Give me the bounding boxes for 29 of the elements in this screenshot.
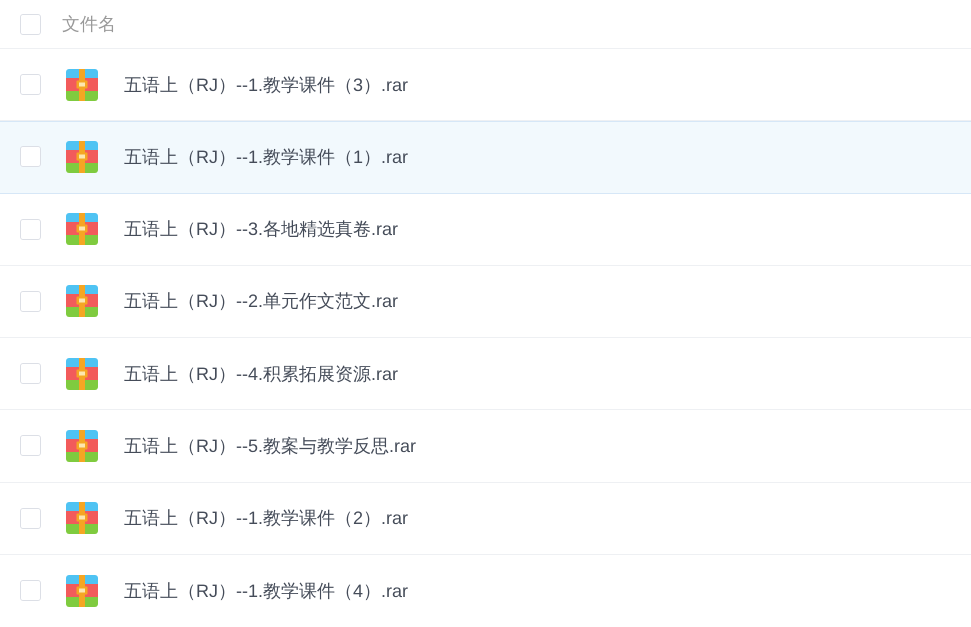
file-name: 五语上（RJ）--1.教学课件（4）.rar [124, 582, 408, 600]
archive-icon [66, 430, 98, 462]
file-row[interactable]: 五语上（RJ）--3.各地精选真卷.rar [0, 194, 971, 266]
checkbox[interactable] [20, 363, 41, 384]
archive-icon [66, 68, 98, 101]
archive-icon [66, 502, 98, 534]
file-name: 五语上（RJ）--2.单元作文范文.rar [124, 292, 398, 310]
file-name: 五语上（RJ）--1.教学课件（3）.rar [124, 76, 408, 94]
file-name: 五语上（RJ）--1.教学课件（1）.rar [124, 148, 408, 166]
checkbox[interactable] [20, 146, 41, 168]
file-name: 五语上（RJ）--1.教学课件（2）.rar [124, 509, 408, 528]
checkbox[interactable] [20, 74, 41, 96]
checkbox[interactable] [20, 290, 41, 312]
checkbox[interactable] [20, 580, 41, 602]
file-name: 五语上（RJ）--3.各地精选真卷.rar [124, 220, 398, 238]
file-name: 五语上（RJ）--4.积累拓展资源.rar [124, 364, 398, 383]
column-header: 文件名 [62, 15, 116, 33]
archive-icon [66, 358, 98, 390]
checkbox[interactable] [20, 435, 41, 456]
archive-icon [66, 140, 98, 173]
archive-icon [66, 285, 98, 318]
archive-icon [66, 213, 98, 246]
checkbox[interactable] [20, 218, 41, 240]
file-row[interactable]: 五语上（RJ）--1.教学课件（1）.rar [0, 121, 971, 194]
file-row[interactable]: 五语上（RJ）--1.教学课件（2）.rar [0, 482, 971, 555]
archive-icon [66, 574, 98, 607]
file-name: 五语上（RJ）--5.教案与教学反思.rar [124, 436, 416, 455]
checkbox[interactable] [20, 14, 41, 34]
checkbox[interactable] [20, 508, 41, 529]
